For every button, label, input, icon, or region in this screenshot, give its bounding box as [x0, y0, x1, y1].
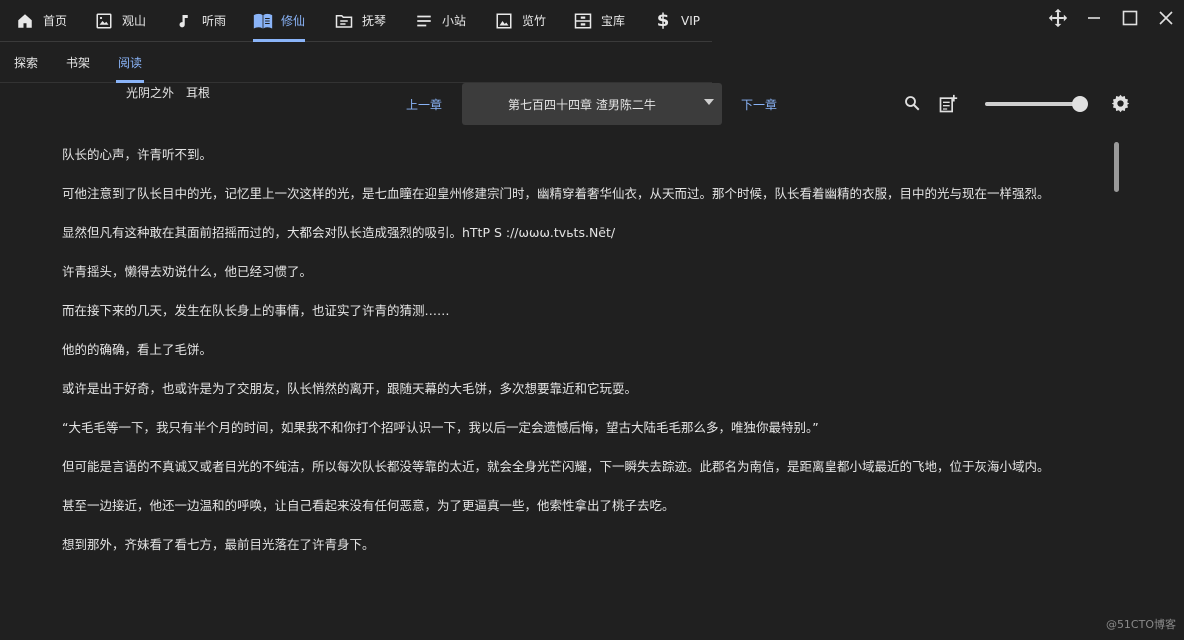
- book-author: 耳根: [186, 86, 211, 100]
- slider-thumb[interactable]: [1072, 96, 1089, 112]
- nav-label: 观山: [122, 14, 147, 28]
- next-chapter-button[interactable]: 下一章: [741, 96, 777, 113]
- nav-item-home[interactable]: 首页: [15, 0, 67, 41]
- chapter-select[interactable]: 第七百四十四章 渣男陈二牛: [462, 83, 722, 125]
- nav-item-lanzhu[interactable]: 览竹: [494, 0, 546, 41]
- paragraph: 但可能是言语的不真诚又或者目光的不纯洁，所以每次队长都没等靠的太近，就会全身光芒…: [62, 459, 1050, 474]
- book-info: 光阴之外 耳根: [126, 84, 210, 101]
- close-icon: [1159, 11, 1173, 25]
- tab-bookshelf[interactable]: 书架: [66, 54, 90, 71]
- nav-item-guanshan[interactable]: 观山: [94, 0, 146, 41]
- font-size-slider[interactable]: [985, 96, 1091, 112]
- move-button[interactable]: [1040, 0, 1076, 36]
- minimize-icon: [1087, 11, 1101, 25]
- slider-track: [985, 102, 1083, 106]
- list-icon: [414, 11, 434, 31]
- paragraph: 许青摇头，懒得去劝说什么，他已经习惯了。: [62, 264, 313, 279]
- nav-label: 首页: [43, 14, 68, 28]
- top-nav: 首页 观山 听雨 修仙 抚琴 小站 览竹 宝库 $ VIP: [0, 0, 712, 42]
- nav-item-fuqin[interactable]: 抚琴: [334, 0, 386, 41]
- folder-icon: [334, 11, 354, 31]
- paragraph: 而在接下来的几天，发生在队长身上的事情，也证实了许青的猜测……: [62, 303, 450, 318]
- nav-item-tingyu[interactable]: 听雨: [174, 0, 226, 41]
- chapter-title: 第七百四十四章 渣男陈二牛: [508, 97, 656, 112]
- dollar-icon: $: [656, 10, 670, 31]
- nav-label: 小站: [442, 14, 467, 28]
- nav-item-xiaozhan[interactable]: 小站: [414, 0, 466, 41]
- nav-label: 听雨: [202, 14, 227, 28]
- paragraph: 或许是出于好奇，也或许是为了交朋友，队长悄然的离开，跟随天幕的大毛饼，多次想要靠…: [62, 381, 638, 396]
- nav-label: 宝库: [601, 14, 626, 28]
- window-controls: [1040, 0, 1184, 36]
- book-title: 光阴之外: [126, 86, 175, 100]
- book-open-icon: [253, 11, 273, 31]
- nav-label: 览竹: [522, 14, 547, 28]
- search-icon: [903, 94, 921, 112]
- tab-explore[interactable]: 探索: [14, 54, 38, 71]
- nav-label: 修仙: [281, 14, 306, 28]
- music-note-icon: [174, 11, 194, 31]
- minimize-button[interactable]: [1076, 0, 1112, 36]
- gear-icon: [1111, 94, 1130, 113]
- archive-icon: [573, 11, 593, 31]
- nav-label: 抚琴: [362, 14, 387, 28]
- maximize-button[interactable]: [1112, 0, 1148, 36]
- nav-item-vip[interactable]: $ VIP: [653, 0, 700, 41]
- move-arrows-icon: [1048, 8, 1068, 28]
- search-button[interactable]: [903, 94, 921, 112]
- picture-icon: [494, 11, 514, 31]
- nav-item-baoku[interactable]: 宝库: [573, 0, 625, 41]
- home-icon: [15, 11, 35, 31]
- paragraph: 队长的心声，许青听不到。: [62, 147, 213, 162]
- chapter-content: 队长的心声，许青听不到。 可他注意到了队长目中的光，记忆里上一次这样的光，是七血…: [62, 145, 1122, 574]
- nav-item-xiuxian[interactable]: 修仙: [253, 0, 306, 42]
- chevron-down-icon: [704, 99, 714, 105]
- image-icon: [94, 11, 114, 31]
- settings-button[interactable]: [1111, 94, 1130, 113]
- paragraph: “大毛毛等一下，我只有半个月的时间，如果我不和你打个招呼认识一下，我以后一定会遗…: [62, 420, 819, 435]
- playlist-add-icon: [938, 94, 958, 114]
- prev-chapter-button[interactable]: 上一章: [406, 96, 442, 113]
- tab-reading[interactable]: 阅读: [115, 54, 145, 83]
- close-button[interactable]: [1148, 0, 1184, 36]
- paragraph: 甚至一边接近，他还一边温和的呼唤，让自己看起来没有任何恶意，为了更逼真一些，他索…: [62, 498, 675, 513]
- add-bookmark-button[interactable]: [938, 94, 958, 114]
- paragraph: 可他注意到了队长目中的光，记忆里上一次这样的光，是七血瞳在迎皇州修建宗门时，幽精…: [62, 186, 1050, 201]
- paragraph: 显然但凡有这种敢在其面前招摇而过的，大都会对队长造成强烈的吸引。hTtP S :…: [62, 225, 616, 240]
- maximize-icon: [1122, 10, 1138, 26]
- watermark: @51CTO博客: [1105, 618, 1176, 631]
- paragraph: 他的的确确，看上了毛饼。: [62, 342, 213, 357]
- paragraph: 想到那外，齐妹看了看七方，最前目光落在了许青身下。: [62, 537, 375, 552]
- nav-label: VIP: [681, 13, 700, 28]
- sub-tabs: 探索 书架 阅读: [0, 42, 712, 83]
- scrollbar-thumb[interactable]: [1114, 142, 1119, 192]
